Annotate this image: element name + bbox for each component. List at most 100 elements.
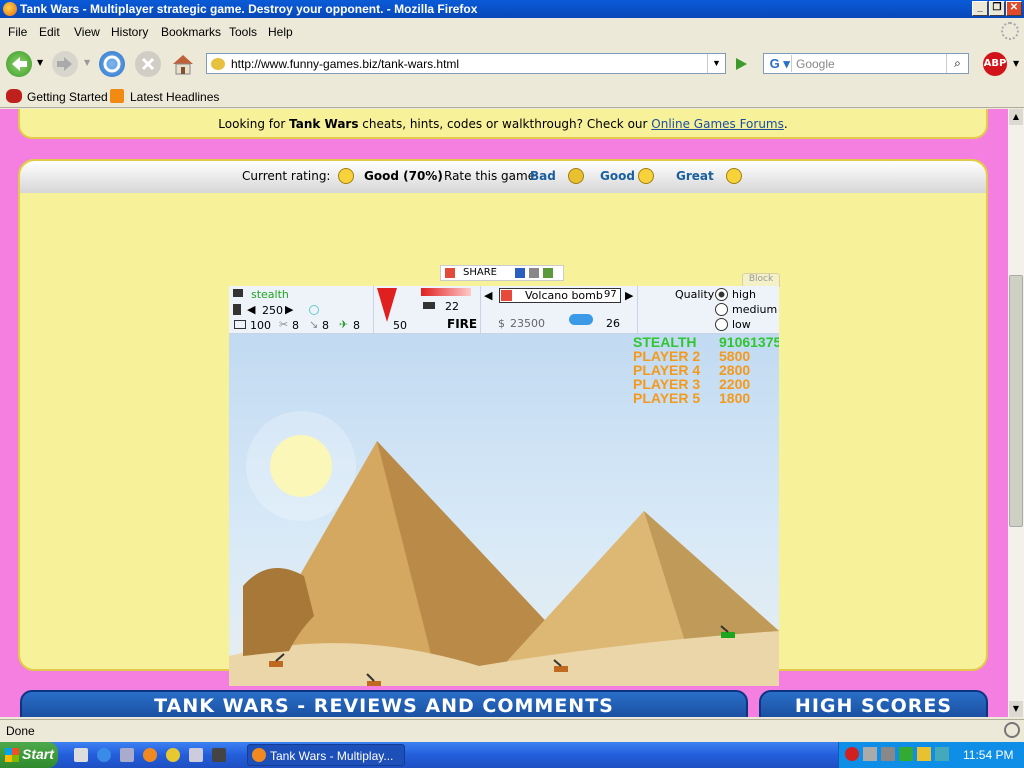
site-favicon — [211, 58, 225, 70]
terminal-icon[interactable] — [212, 748, 226, 762]
delicious-icon — [515, 268, 525, 278]
angle-decrease-button[interactable]: ◀ — [247, 303, 255, 316]
bookmark-latest-headlines[interactable]: Latest Headlines — [130, 90, 219, 104]
throbber-icon — [1001, 22, 1019, 40]
quality-low-label: low — [732, 318, 751, 331]
back-button[interactable] — [6, 51, 32, 77]
windows-logo-icon — [5, 748, 19, 762]
health-icon — [234, 320, 246, 329]
reload-button[interactable] — [99, 51, 125, 77]
network-tray-icon[interactable] — [863, 747, 877, 761]
rate-great-link[interactable]: Great — [676, 169, 714, 183]
power-value: 50 — [393, 319, 407, 332]
taskbar-firefox-window[interactable]: Tank Wars - Multiplay... — [247, 744, 405, 766]
firefox-task-icon — [252, 748, 266, 762]
scoreboard-name: PLAYER 5 — [633, 390, 701, 406]
search-bar[interactable]: G ▾ Google ⌕ — [763, 53, 969, 74]
game-canvas[interactable]: stealth ◀ 250 ▶ 100 ✂ 8 ↘ 8 ✈ 8 50 22 FI… — [229, 286, 779, 686]
angle-increase-button[interactable]: ▶ — [285, 303, 293, 316]
forums-link[interactable]: Online Games Forums — [651, 117, 784, 131]
antivirus-tray-icon[interactable] — [935, 747, 949, 761]
minimize-button[interactable]: _ — [972, 1, 988, 16]
menu-help[interactable]: Help — [268, 25, 293, 39]
monitor-tray-icon[interactable] — [881, 747, 895, 761]
cheats-text-end: . — [783, 117, 788, 131]
scroll-thumb[interactable] — [1009, 275, 1023, 527]
clock: 11:54 PM — [963, 748, 1014, 762]
hud-divider-1 — [373, 286, 374, 334]
go-button[interactable] — [731, 54, 751, 74]
adblock-dropdown-icon[interactable]: ▼ — [1013, 59, 1019, 68]
menu-tools[interactable]: Tools — [229, 25, 257, 39]
hud-divider-3 — [637, 286, 638, 334]
app-icon[interactable] — [189, 748, 203, 762]
quality-high-radio[interactable] — [715, 288, 728, 301]
quality-low-radio[interactable] — [715, 318, 728, 331]
cheats-panel: Looking for Tank Wars cheats, hints, cod… — [18, 109, 988, 139]
home-button[interactable] — [170, 51, 196, 77]
show-desktop-icon[interactable] — [74, 748, 88, 762]
menu-view[interactable]: View — [74, 25, 100, 39]
ammo-a-value: 8 — [292, 319, 299, 332]
money-value: 23500 — [510, 317, 545, 330]
forward-button[interactable] — [52, 51, 78, 77]
explorer-icon[interactable] — [120, 748, 134, 762]
tanks-left-icon — [423, 302, 435, 309]
forward-dropdown-icon[interactable]: ▼ — [84, 58, 90, 67]
menu-file[interactable]: File — [8, 25, 27, 39]
weapon-name: Volcano bomb — [525, 289, 603, 302]
quality-label: Quality — [675, 288, 715, 301]
window-title-bar[interactable]: Tank Wars - Multiplayer strategic game. … — [0, 0, 1024, 18]
wind-cloud-icon — [569, 314, 593, 325]
ie-icon[interactable] — [97, 748, 111, 762]
start-label: Start — [22, 746, 54, 762]
cool-smiley-icon[interactable] — [638, 168, 654, 184]
menu-bookmarks[interactable]: Bookmarks — [161, 25, 221, 39]
go-arrow-icon — [736, 58, 747, 70]
ammo-b-icon: ↘ — [309, 318, 319, 331]
weapon-prev-button[interactable]: ◀ — [484, 289, 492, 302]
scroll-down-button[interactable]: ▼ — [1009, 701, 1023, 717]
rate-good-link[interactable]: Good — [600, 169, 635, 183]
start-button[interactable]: Start — [0, 742, 58, 768]
page-scrollbar[interactable]: ▲ ▼ — [1008, 109, 1024, 717]
stop-button[interactable] — [135, 51, 161, 77]
high-scores-tab[interactable]: HIGH SCORES — [759, 690, 988, 717]
target-icon — [309, 305, 319, 315]
volume-tray-icon[interactable] — [917, 747, 931, 761]
weapon-dice-icon — [501, 290, 512, 301]
reviews-comments-tab[interactable]: TANK WARS - REVIEWS AND COMMENTS — [20, 690, 748, 717]
search-input[interactable]: Google — [796, 57, 835, 71]
url-dropdown-icon[interactable]: ▼ — [707, 54, 725, 73]
menu-bar: File Edit View History Bookmarks Tools H… — [0, 22, 1024, 42]
close-button[interactable]: ✕ — [1006, 1, 1022, 16]
taskbar: Start Tank Wars - Multiplay... 11:54 PM — [0, 742, 1024, 768]
google-engine-icon[interactable]: G ▾ — [766, 55, 792, 72]
share-button[interactable]: SHARE — [440, 265, 564, 281]
status-icon[interactable] — [1004, 722, 1020, 738]
media-player-icon[interactable] — [166, 748, 180, 762]
bookmark-getting-started[interactable]: Getting Started — [27, 90, 108, 104]
restore-button[interactable]: ❐ — [989, 1, 1005, 16]
security-tray-icon[interactable] — [845, 747, 859, 761]
thumbs-down-smiley-icon[interactable] — [568, 168, 584, 184]
search-icon[interactable]: ⌕ — [946, 54, 968, 73]
fire-button[interactable]: FIRE — [447, 317, 477, 331]
address-bar[interactable]: http://www.funny-games.biz/tank-wars.htm… — [206, 53, 726, 74]
rate-bad-link[interactable]: Bad — [530, 169, 556, 183]
scroll-up-button[interactable]: ▲ — [1009, 109, 1023, 125]
menu-history[interactable]: History — [111, 25, 148, 39]
weapon-next-button[interactable]: ▶ — [625, 289, 633, 302]
quality-medium-radio[interactable] — [715, 303, 728, 316]
getting-started-icon — [6, 89, 22, 103]
firefox-quicklaunch-icon[interactable] — [143, 748, 157, 762]
thumbs-up-smiley-icon[interactable] — [726, 168, 742, 184]
quality-high-label: high — [732, 288, 756, 301]
adblock-button[interactable]: ABP — [983, 52, 1007, 76]
menu-edit[interactable]: Edit — [39, 25, 60, 39]
update-tray-icon[interactable] — [899, 747, 913, 761]
url-text: http://www.funny-games.biz/tank-wars.htm… — [231, 57, 460, 71]
page-content: Looking for Tank Wars cheats, hints, cod… — [0, 109, 1008, 717]
back-dropdown-icon[interactable]: ▼ — [37, 58, 43, 67]
block-button[interactable]: Block — [742, 273, 780, 287]
